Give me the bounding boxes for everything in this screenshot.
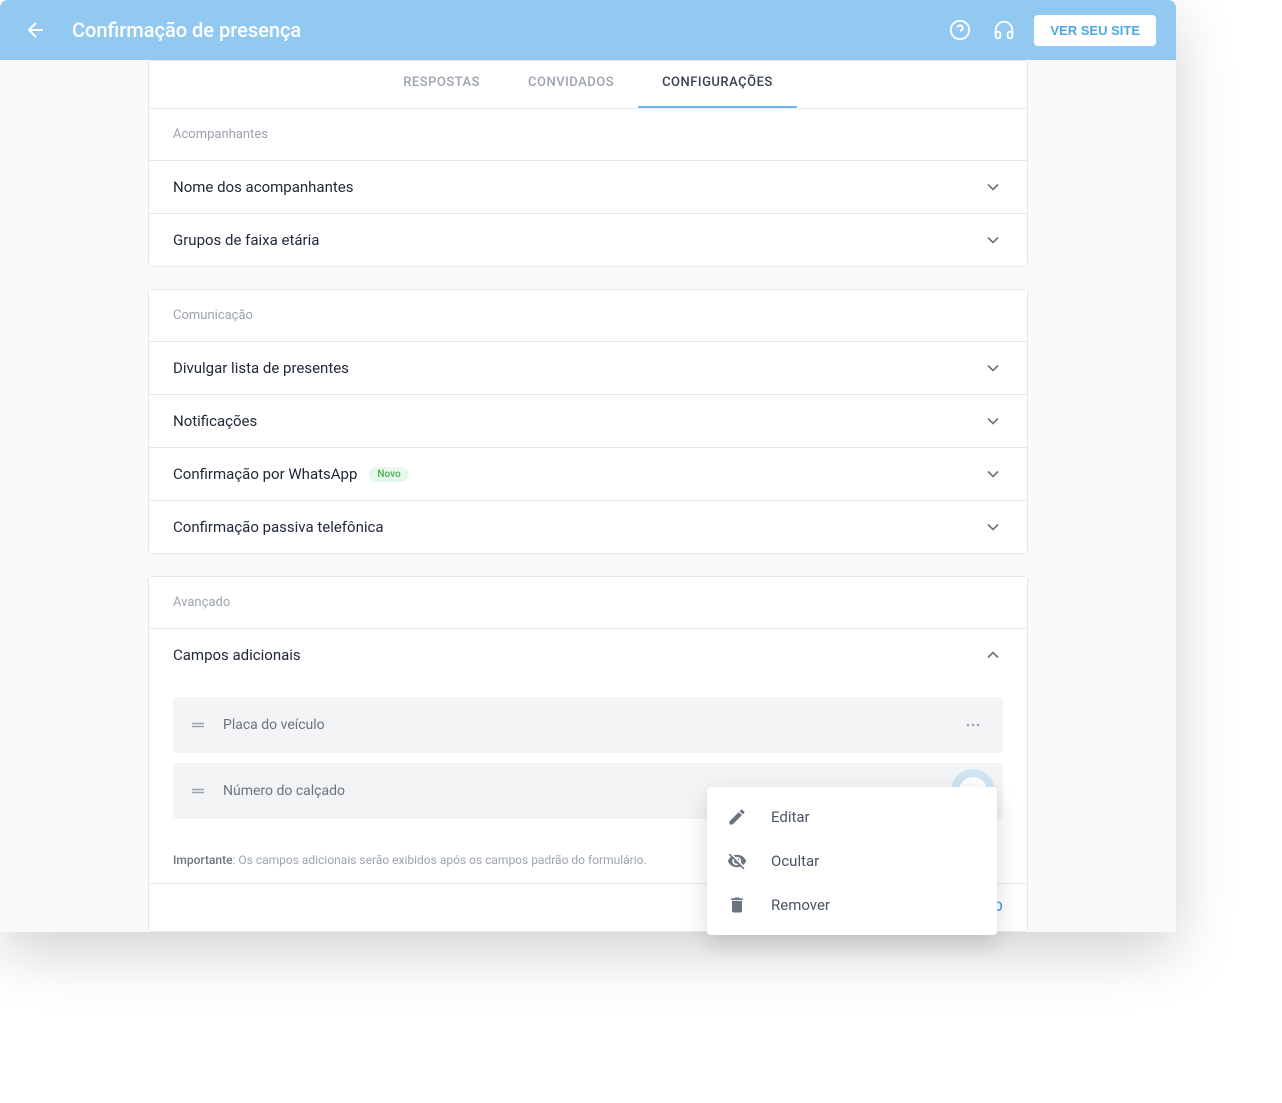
menu-label: Editar — [771, 808, 810, 826]
card-avancado: Avançado Campos adicionais Placa do veíc… — [148, 576, 1028, 932]
more-horizontal-icon — [963, 715, 983, 735]
row-label: Campos adicionais — [173, 646, 301, 664]
header-actions: VER SEU SITE — [946, 15, 1156, 46]
row-label: Confirmação por WhatsApp Novo — [173, 465, 409, 483]
chevron-down-icon — [983, 358, 1003, 378]
trash-icon — [727, 895, 747, 915]
row-campos-adicionais[interactable]: Campos adicionais — [149, 628, 1027, 681]
row-notificacoes[interactable]: Notificações — [149, 394, 1027, 447]
menu-item-editar[interactable]: Editar — [707, 795, 997, 839]
tab-respostas[interactable]: RESPOSTAS — [379, 61, 504, 108]
arrow-left-icon — [24, 18, 48, 42]
main-card: RESPOSTAS CONVIDADOS CONFIGURAÇÕES Acomp… — [148, 60, 1028, 267]
content-area: RESPOSTAS CONVIDADOS CONFIGURAÇÕES Acomp… — [0, 60, 1176, 932]
section-title-avancado: Avançado — [149, 577, 1027, 628]
note-bold: Importante — [173, 853, 233, 867]
more-button-placa[interactable] — [959, 711, 987, 739]
tab-convidados[interactable]: CONVIDADOS — [504, 61, 638, 108]
row-label: Confirmação passiva telefônica — [173, 518, 384, 536]
row-telefonica[interactable]: Confirmação passiva telefônica — [149, 500, 1027, 553]
chevron-down-icon — [983, 177, 1003, 197]
drag-handle[interactable] — [189, 782, 207, 800]
chevron-down-icon — [983, 464, 1003, 484]
chevron-down-icon — [983, 517, 1003, 537]
row-whatsapp[interactable]: Confirmação por WhatsApp Novo — [149, 447, 1027, 500]
tabs: RESPOSTAS CONVIDADOS CONFIGURAÇÕES — [149, 61, 1027, 109]
row-label: Notificações — [173, 412, 257, 430]
menu-label: Remover — [771, 896, 830, 914]
support-button[interactable] — [990, 16, 1018, 44]
help-icon — [949, 19, 971, 41]
row-nome-acompanhantes[interactable]: Nome dos acompanhantes — [149, 160, 1027, 213]
section-title-comunicacao: Comunicação — [149, 290, 1027, 341]
menu-label: Ocultar — [771, 852, 819, 870]
chevron-down-icon — [983, 230, 1003, 250]
help-button[interactable] — [946, 16, 974, 44]
field-name: Placa do veículo — [223, 717, 943, 733]
row-label-text: Confirmação por WhatsApp — [173, 465, 357, 483]
drag-icon — [189, 716, 207, 734]
chevron-up-icon — [983, 645, 1003, 665]
drag-icon — [189, 782, 207, 800]
menu-item-remover[interactable]: Remover — [707, 883, 997, 927]
context-menu: Editar Ocultar Remover — [707, 787, 997, 935]
view-site-button[interactable]: VER SEU SITE — [1034, 15, 1156, 46]
tab-configuracoes[interactable]: CONFIGURAÇÕES — [638, 61, 797, 108]
card-comunicacao: Comunicação Divulgar lista de presentes … — [148, 289, 1028, 554]
eye-off-icon — [727, 851, 747, 871]
header: Confirmação de presença VER SEU SITE — [0, 0, 1176, 60]
headset-icon — [993, 19, 1015, 41]
drag-handle[interactable] — [189, 716, 207, 734]
chevron-down-icon — [983, 411, 1003, 431]
pencil-icon — [727, 807, 747, 827]
row-divulgar-lista[interactable]: Divulgar lista de presentes — [149, 341, 1027, 394]
back-button[interactable] — [20, 14, 52, 46]
menu-item-ocultar[interactable]: Ocultar — [707, 839, 997, 883]
note-text: : Os campos adicionais serão exibidos ap… — [233, 853, 647, 867]
field-item-placa: Placa do veículo — [173, 697, 1003, 753]
badge-novo: Novo — [369, 467, 408, 482]
row-grupos-faixa-etaria[interactable]: Grupos de faixa etária — [149, 213, 1027, 266]
row-label: Nome dos acompanhantes — [173, 178, 353, 196]
page-title: Confirmação de presença — [72, 18, 946, 42]
section-title-acompanhantes: Acompanhantes — [149, 109, 1027, 160]
row-label: Divulgar lista de presentes — [173, 359, 349, 377]
row-label: Grupos de faixa etária — [173, 231, 319, 249]
